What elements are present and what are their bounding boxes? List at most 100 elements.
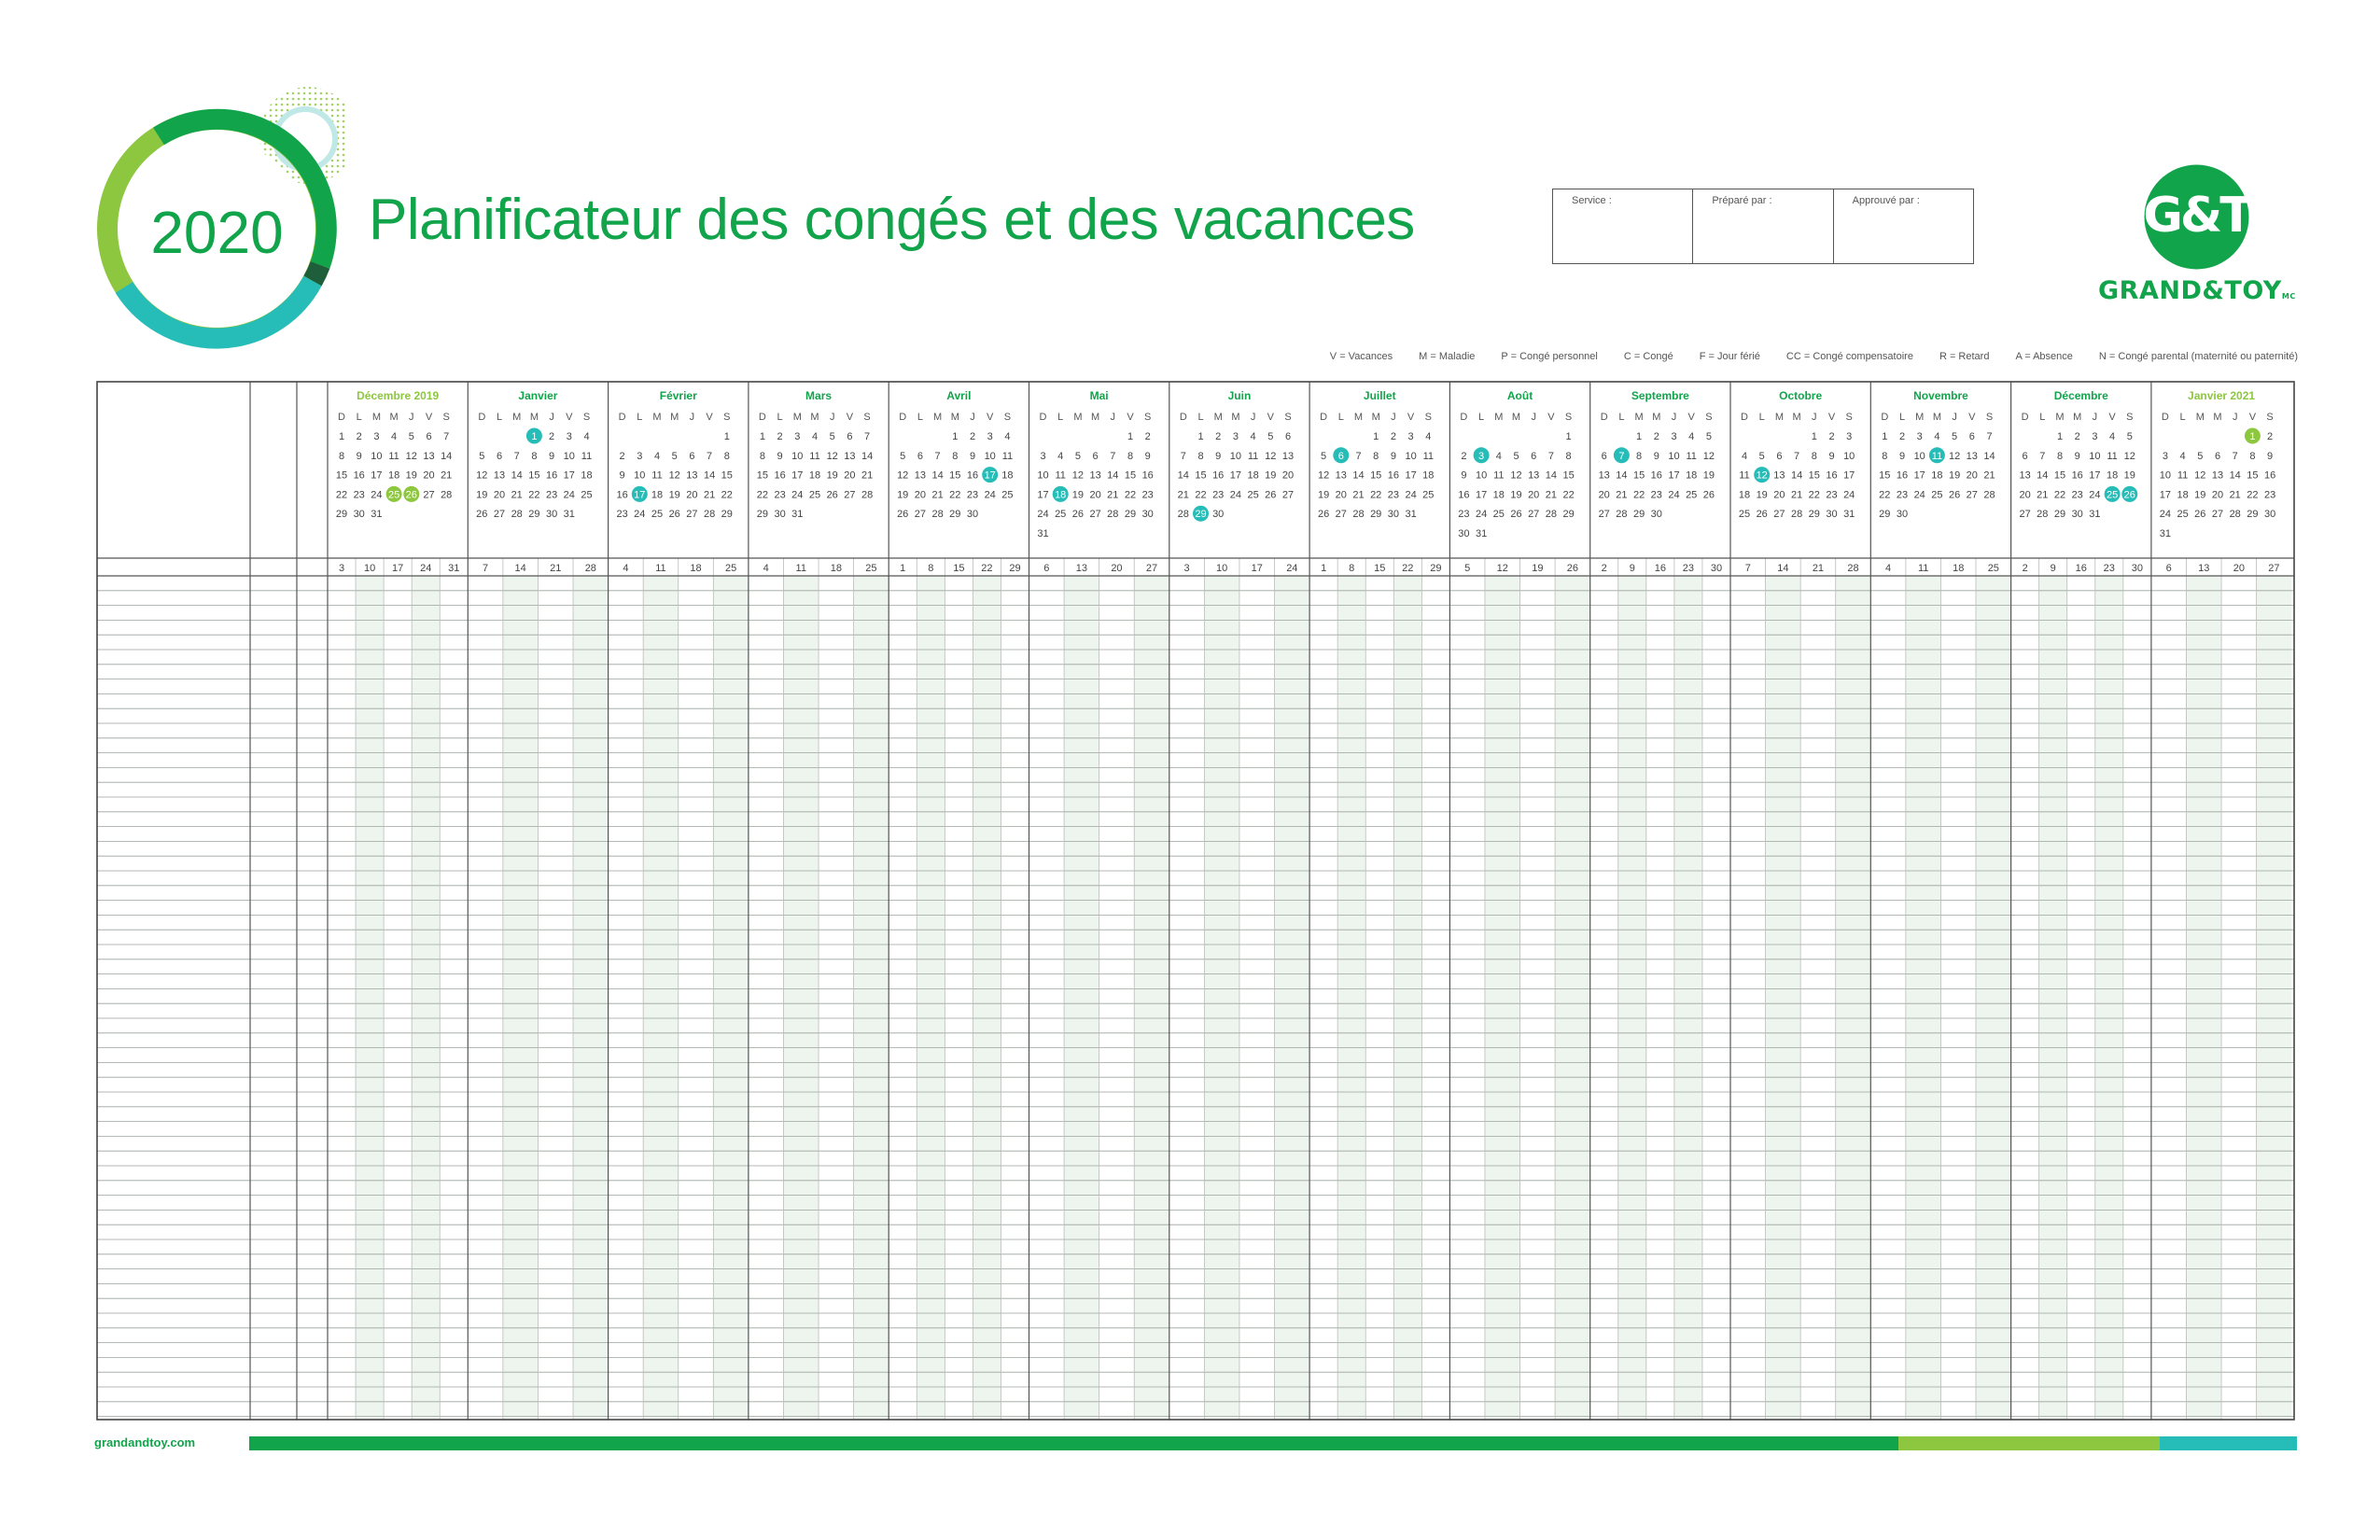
weekday-letter: J xyxy=(1812,412,1817,423)
day-number: 15 xyxy=(949,470,960,482)
weekday-letter: D xyxy=(338,412,345,423)
day-number: 1 xyxy=(2057,431,2063,442)
day-number: 12 xyxy=(897,470,908,482)
weekday-letter: M xyxy=(530,412,539,423)
day-number: 11 xyxy=(1248,451,1258,462)
day-number: 5 xyxy=(1706,431,1712,442)
day-number: 16 xyxy=(774,470,785,482)
day-number: 1 xyxy=(1373,431,1379,442)
weekday-letter: S xyxy=(1284,412,1291,423)
day-number: 16 xyxy=(1458,489,1469,500)
week-number: 27 xyxy=(2268,563,2279,574)
weekday-letter: V xyxy=(426,412,433,423)
day-number: 8 xyxy=(1882,451,1887,462)
week-number: 9 xyxy=(1630,563,1635,574)
day-number: 11 xyxy=(1002,451,1013,462)
day-number: 7 xyxy=(2039,451,2045,462)
day-number: 12 xyxy=(1265,451,1276,462)
day-number: 21 xyxy=(1616,489,1627,500)
day-number: 12 xyxy=(669,470,680,482)
weekday-letter: S xyxy=(2266,412,2273,423)
footer-url[interactable]: grandandtoy.com xyxy=(94,1435,195,1449)
day-number: 6 xyxy=(689,451,694,462)
day-number: 22 xyxy=(757,489,768,500)
day-number: 27 xyxy=(1528,509,1539,520)
day-number: 2 xyxy=(1654,431,1659,442)
day-number: 8 xyxy=(2249,451,2255,462)
day-number: 25 xyxy=(1686,489,1697,500)
day-number: 5 xyxy=(2127,431,2133,442)
day-number: 19 xyxy=(406,470,417,482)
day-number: 30 xyxy=(774,509,785,520)
day-number: 24 xyxy=(1914,489,1925,500)
day-number: 26 xyxy=(406,489,417,500)
weekday-letter: M xyxy=(1214,412,1223,423)
weekday-letter: M xyxy=(2196,412,2205,423)
day-number: 7 xyxy=(1355,451,1361,462)
day-number: 13 xyxy=(1773,470,1785,482)
day-number: 28 xyxy=(1616,509,1627,520)
day-number: 8 xyxy=(1197,451,1203,462)
day-number: 8 xyxy=(531,451,537,462)
month-name: Janvier 2021 xyxy=(2188,389,2255,402)
day-number: 25 xyxy=(1422,489,1434,500)
weekday-letter: V xyxy=(1547,412,1555,423)
day-number: 26 xyxy=(897,509,908,520)
day-number: 14 xyxy=(931,470,943,482)
day-number: 7 xyxy=(1986,431,1992,442)
day-number: 31 xyxy=(1843,509,1855,520)
month-name: Septembre xyxy=(1631,389,1689,402)
weekday-letter: J xyxy=(549,412,554,423)
weekday-letter: M xyxy=(1775,412,1784,423)
day-number: 26 xyxy=(2194,509,2205,520)
day-number: 27 xyxy=(494,509,505,520)
day-number: 5 xyxy=(479,451,484,462)
weekday-letter: L xyxy=(1899,412,1905,423)
weekday-letter: S xyxy=(1705,412,1712,423)
day-number: 11 xyxy=(388,451,399,462)
week-number: 20 xyxy=(1111,563,1122,574)
day-number: 5 xyxy=(1513,451,1519,462)
day-number: 12 xyxy=(1510,470,1521,482)
day-number: 9 xyxy=(549,451,554,462)
day-number: 7 xyxy=(443,431,449,442)
day-number: 14 xyxy=(1983,451,1995,462)
day-number: 4 xyxy=(812,431,818,442)
day-number: 6 xyxy=(2215,451,2220,462)
week-number: 28 xyxy=(1847,563,1858,574)
week-number: 19 xyxy=(1532,563,1543,574)
footer-bar-lime xyxy=(1898,1436,2160,1450)
day-number: 23 xyxy=(616,509,627,520)
week-shade xyxy=(1337,576,1366,1420)
day-number: 20 xyxy=(423,470,434,482)
day-number: 27 xyxy=(2019,509,2030,520)
weekday-letter: V xyxy=(1688,412,1696,423)
week-number: 15 xyxy=(1374,563,1385,574)
day-number: 28 xyxy=(1983,489,1995,500)
day-number: 22 xyxy=(1879,489,1890,500)
day-number: 22 xyxy=(949,489,960,500)
day-number: 11 xyxy=(1686,451,1696,462)
day-number: 24 xyxy=(791,489,803,500)
weekday-letter: M xyxy=(1915,412,1924,423)
day-number: 30 xyxy=(1897,509,1908,520)
week-shade xyxy=(2256,576,2292,1420)
weekday-letter: D xyxy=(1601,412,1608,423)
weekday-letter: J xyxy=(830,412,835,423)
day-number: 23 xyxy=(2072,489,2083,500)
week-number: 25 xyxy=(1988,563,1999,574)
day-number: 14 xyxy=(861,451,873,462)
day-number: 31 xyxy=(564,509,575,520)
day-number: 28 xyxy=(1178,509,1189,520)
day-number: 12 xyxy=(406,451,417,462)
week-number: 18 xyxy=(690,563,701,574)
day-number: 22 xyxy=(1125,489,1136,500)
day-number: 2 xyxy=(1215,431,1221,442)
day-number: 15 xyxy=(1195,470,1206,482)
weekday-letter: D xyxy=(1460,412,1467,423)
day-number: 2 xyxy=(2075,431,2080,442)
day-number: 16 xyxy=(1897,470,1908,482)
day-number: 14 xyxy=(1546,470,1557,482)
day-number: 2 xyxy=(2267,431,2273,442)
day-number: 18 xyxy=(1422,470,1434,482)
